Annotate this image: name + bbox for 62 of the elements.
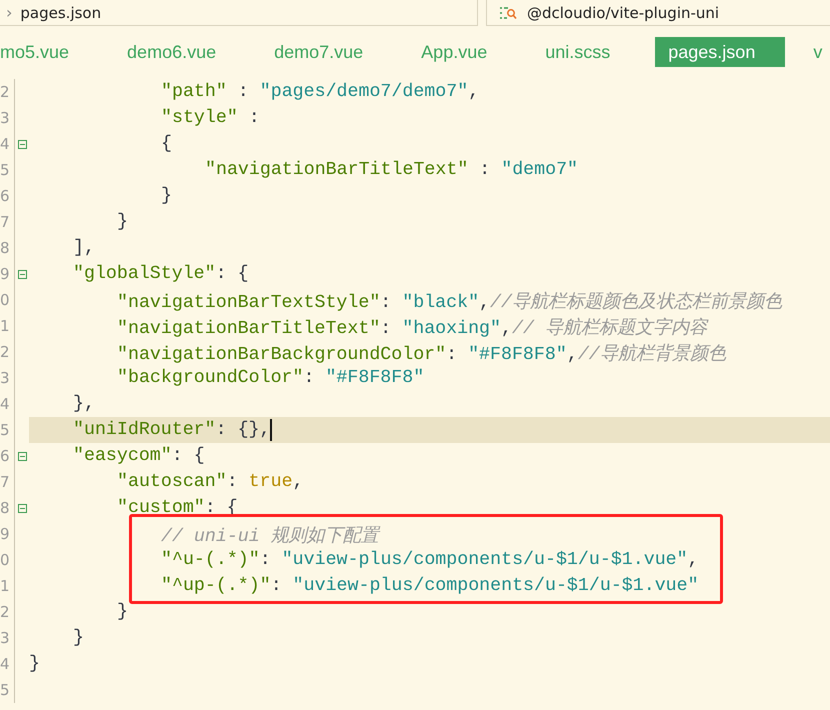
file-tab[interactable]: v bbox=[800, 37, 830, 67]
code-line: "uniIdRouter": {}, bbox=[73, 420, 270, 440]
line-number: 3 bbox=[0, 109, 10, 127]
code-line: "globalStyle": { bbox=[73, 264, 249, 284]
fold-icon[interactable] bbox=[18, 140, 26, 148]
code-line: { bbox=[161, 134, 172, 154]
line-number: 8 bbox=[0, 499, 10, 517]
line-number: 0 bbox=[0, 291, 10, 309]
line-number: 7 bbox=[0, 473, 10, 491]
line-number: 9 bbox=[0, 265, 10, 283]
fold-icon[interactable] bbox=[18, 452, 26, 460]
line-number: 1 bbox=[0, 317, 10, 335]
line-number: 2 bbox=[0, 83, 10, 101]
code-line: "navigationBarTitleText" : "demo7" bbox=[205, 160, 578, 180]
line-number: 7 bbox=[0, 213, 10, 231]
line-number: 5 bbox=[0, 421, 10, 439]
line-number: 4 bbox=[0, 395, 10, 413]
code-line: } bbox=[117, 212, 128, 232]
text-cursor bbox=[270, 419, 272, 441]
code-line: "navigationBarBackgroundColor": "#F8F8F8",//导航栏背景颜色 bbox=[117, 342, 726, 364]
line-number: 2 bbox=[0, 343, 10, 361]
code-line: }, bbox=[73, 394, 95, 414]
line-number: 6 bbox=[0, 187, 10, 205]
search-path[interactable]: @dcloudio/vite-plugin-uni bbox=[527, 4, 720, 22]
code-line: } bbox=[117, 602, 128, 622]
file-tab[interactable]: demo7.vue bbox=[261, 37, 394, 67]
fold-icon[interactable] bbox=[18, 270, 26, 278]
line-number: 3 bbox=[0, 369, 10, 387]
line-number: 4 bbox=[0, 135, 10, 153]
code-line: } bbox=[161, 186, 172, 206]
line-number: 3 bbox=[0, 629, 10, 647]
code-line: "style" : bbox=[161, 108, 260, 128]
line-number: 8 bbox=[0, 239, 10, 257]
code-line: } bbox=[29, 654, 40, 674]
fold-icon[interactable] bbox=[18, 504, 26, 512]
search-list-icon bbox=[499, 6, 517, 20]
line-number: 5 bbox=[0, 681, 10, 699]
file-tab[interactable]: App.vue bbox=[408, 37, 518, 67]
file-tab[interactable]: demo6.vue bbox=[114, 37, 246, 67]
code-line: // uni-ui 规则如下配置 bbox=[161, 525, 379, 546]
line-number: 4 bbox=[0, 655, 10, 673]
code-line: "^up-(.*)": "uview-plus/components/u-$1/u-$1.vue" bbox=[161, 576, 699, 596]
line-number: 0 bbox=[0, 551, 10, 569]
line-number: 5 bbox=[0, 161, 10, 179]
code-line: "navigationBarTitleText": "haoxing",// 导航栏标题文字内容 bbox=[117, 316, 707, 338]
code-line: "easycom": { bbox=[73, 446, 205, 466]
file-tab[interactable]: pages.json bbox=[655, 37, 786, 67]
code-line: ], bbox=[73, 238, 95, 258]
file-tab[interactable]: mo5.vue bbox=[0, 37, 100, 67]
code-line: "backgroundColor": "#F8F8F8" bbox=[117, 368, 424, 388]
breadcrumb-file[interactable]: pages.json bbox=[20, 4, 102, 22]
file-tab[interactable]: uni.scss bbox=[532, 37, 640, 67]
code-line: "path" : "pages/demo7/demo7", bbox=[161, 82, 480, 102]
chevron-icon: › bbox=[6, 3, 12, 22]
line-number: 1 bbox=[0, 577, 10, 595]
code-line: "autoscan": true, bbox=[117, 472, 304, 492]
code-line: "^u-(.*)": "uview-plus/components/u-$1/u-$1.vue", bbox=[161, 550, 699, 570]
line-number: 6 bbox=[0, 447, 10, 465]
line-number: 9 bbox=[0, 525, 10, 543]
line-number: 2 bbox=[0, 603, 10, 621]
code-line: } bbox=[73, 628, 84, 648]
code-line: "navigationBarTextStyle": "black",//导航栏标题颜色及状态栏前景颜色 bbox=[117, 290, 782, 312]
